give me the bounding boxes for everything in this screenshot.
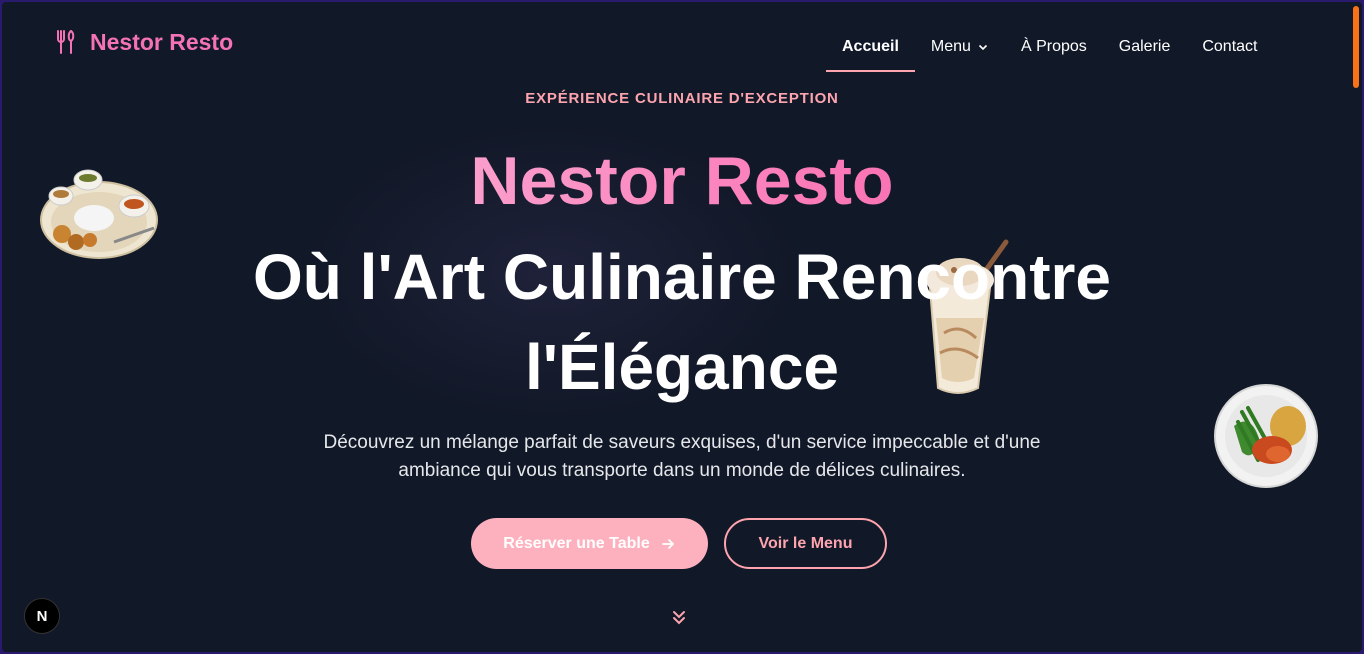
chevron-down-icon: [978, 44, 988, 51]
nav-item-a-propos[interactable]: À Propos: [1005, 22, 1103, 72]
view-menu-label: Voir le Menu: [758, 534, 853, 552]
reserve-table-label: Réserver une Table: [503, 534, 650, 552]
scrollbar-thumb[interactable]: [1353, 6, 1359, 88]
hero-brand-name: Nestor Resto: [2, 142, 1362, 220]
main-nav: Accueil Menu À Propos Galerie Contact: [826, 22, 1273, 72]
reserve-table-button[interactable]: Réserver une Table: [471, 518, 708, 569]
hero-eyebrow: EXPÉRIENCE CULINAIRE D'EXCEPTION: [525, 90, 839, 107]
utensils-icon: [57, 30, 75, 54]
chicken-plate-image: [1214, 384, 1318, 488]
nextjs-dev-badge[interactable]: N: [24, 598, 60, 634]
brand-logo[interactable]: Nestor Resto: [54, 28, 233, 56]
nav-label: Menu: [930, 38, 971, 55]
nav-label: À Propos: [1020, 38, 1087, 55]
nav-item-accueil[interactable]: Accueil: [826, 22, 915, 72]
chevrons-down-icon[interactable]: [669, 608, 689, 628]
nav-label: Contact: [1202, 38, 1258, 55]
nav-item-contact[interactable]: Contact: [1186, 22, 1273, 72]
nav-item-menu[interactable]: Menu: [915, 22, 1005, 72]
hero-description: Découvrez un mélange parfait de saveurs …: [323, 432, 1041, 481]
nav-label: Accueil: [842, 38, 899, 55]
hero-title: Où l'Art Culinaire Rencontre l'Élégance: [253, 241, 1111, 403]
view-menu-button[interactable]: Voir le Menu: [724, 518, 887, 569]
page: Nestor Resto Accueil Menu À Propos Galer…: [2, 2, 1362, 652]
nav-label: Galerie: [1118, 38, 1171, 55]
arrow-right-icon: [661, 538, 674, 549]
badge-letter: N: [36, 607, 48, 625]
brand-name: Nestor Resto: [90, 28, 234, 55]
nav-item-galerie[interactable]: Galerie: [1103, 22, 1187, 72]
